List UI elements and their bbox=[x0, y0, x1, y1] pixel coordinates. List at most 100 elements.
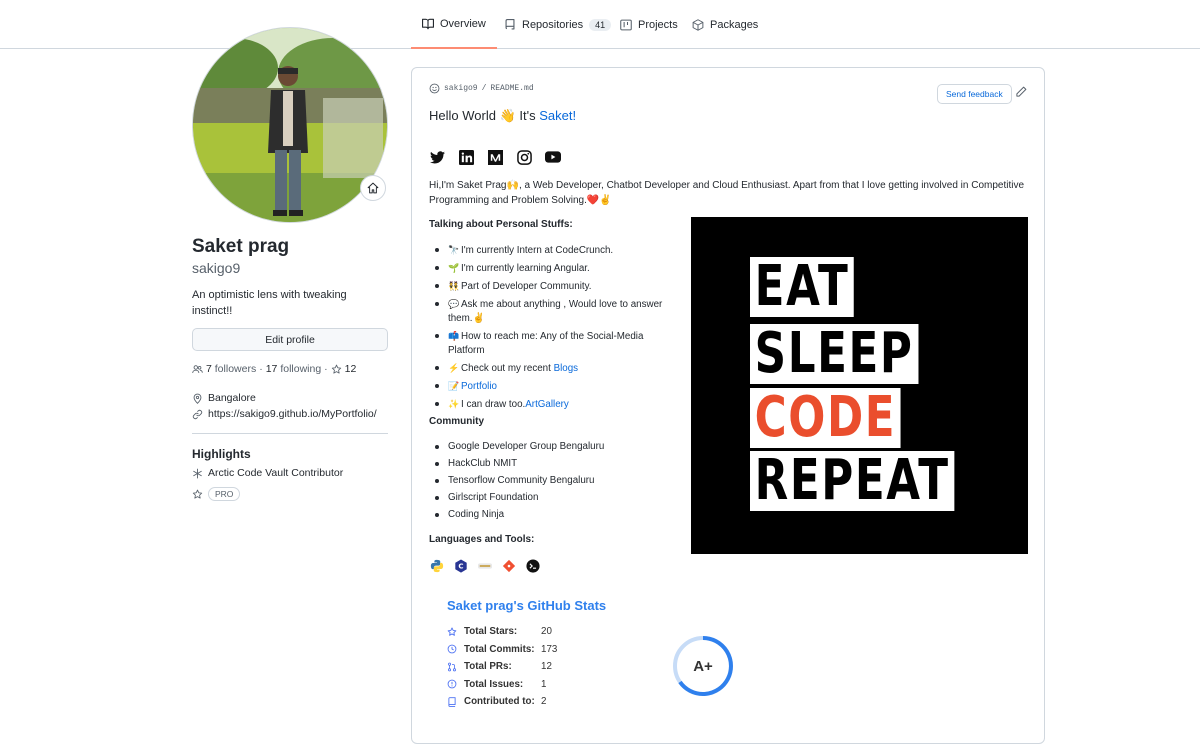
community-title: Community bbox=[429, 416, 484, 427]
repositories-count: 41 bbox=[589, 18, 612, 31]
send-feedback-button[interactable]: Send feedback bbox=[937, 84, 1012, 104]
tab-repositories-label: Repositories bbox=[522, 18, 584, 31]
list-item: Tensorflow Community Bengaluru bbox=[429, 474, 674, 488]
website-row: https://sakigo9.github.io/MyPortfolio/ bbox=[192, 408, 377, 420]
dot-separator: · bbox=[324, 363, 328, 375]
avatar-photo bbox=[193, 28, 387, 222]
banner-word-accent: CODE bbox=[750, 388, 901, 448]
edit-profile-button[interactable]: Edit profile bbox=[192, 328, 388, 351]
home-icon bbox=[367, 182, 379, 194]
tab-packages[interactable]: Packages bbox=[681, 0, 769, 49]
stat-label: Total Commits: bbox=[464, 643, 535, 655]
list-item-text: I'm currently Intern at CodeCrunch. bbox=[461, 245, 614, 256]
list-item: 🌱 I'm currently learning Angular. bbox=[429, 261, 674, 276]
lightning-icon: ⚡ bbox=[448, 363, 460, 373]
seedling-icon: 🌱 bbox=[448, 263, 460, 273]
blogs-link[interactable]: Blogs bbox=[554, 363, 579, 374]
stars-count[interactable]: 12 bbox=[345, 363, 357, 375]
c-language-icon[interactable]: C bbox=[453, 558, 469, 574]
followers-link[interactable]: 7 followers bbox=[206, 363, 256, 375]
list-item-text: I can draw too. bbox=[461, 399, 526, 410]
star-icon bbox=[331, 364, 341, 374]
smiley-icon bbox=[429, 83, 440, 94]
portfolio-link[interactable]: Portfolio bbox=[461, 381, 497, 392]
stat-value: 20 bbox=[541, 626, 552, 638]
profile-fullname: Saket prag bbox=[192, 236, 290, 257]
tab-repositories[interactable]: Repositories 41 bbox=[493, 0, 622, 49]
list-item-text: Check out my recent bbox=[461, 363, 551, 374]
location-icon bbox=[193, 393, 202, 404]
follow-stats: 7 followers · 17 following · 12 bbox=[192, 363, 356, 375]
highlight-pro: PRO bbox=[192, 487, 241, 501]
tool-logo-icon[interactable] bbox=[477, 558, 493, 574]
personal-list: 🔭 I'm currently Intern at CodeCrunch. 🌱 I'… bbox=[429, 243, 674, 415]
artgallery-link[interactable]: ArtGallery bbox=[525, 399, 569, 410]
python-icon[interactable] bbox=[429, 558, 445, 574]
hello-name-link[interactable]: Saket! bbox=[539, 108, 576, 123]
list-item: 📝 Portfolio bbox=[429, 379, 674, 394]
tools-icons: C bbox=[429, 558, 541, 574]
package-icon bbox=[692, 18, 704, 31]
repo-icon bbox=[505, 18, 515, 29]
repo-icon bbox=[448, 696, 456, 707]
profile-bio: An optimistic lens with tweaking instinc… bbox=[192, 289, 347, 317]
hello-text: Hello World 👋 It's bbox=[429, 108, 536, 123]
list-item-text: Ask me about anything , Would love to an… bbox=[448, 299, 663, 324]
readme-path-user[interactable]: sakigo9 bbox=[444, 84, 478, 93]
linkedin-icon[interactable] bbox=[458, 149, 474, 165]
following-link[interactable]: 17 following bbox=[266, 363, 321, 375]
pencil-icon[interactable] bbox=[1015, 86, 1027, 98]
readme-path-file[interactable]: README.md bbox=[490, 84, 533, 93]
highlight-arctic: Arctic Code Vault Contributor bbox=[192, 467, 343, 479]
community-list: Google Developer Group Bengaluru HackClu… bbox=[429, 440, 674, 525]
tab-packages-label: Packages bbox=[710, 18, 759, 31]
stats-title: Saket prag's GitHub Stats bbox=[447, 598, 607, 613]
profile-username: sakigo9 bbox=[192, 260, 241, 276]
list-item: ✨ I can draw too.ArtGallery bbox=[429, 397, 674, 412]
memo-icon: 📝 bbox=[448, 381, 460, 391]
stat-value: 173 bbox=[541, 643, 558, 655]
stat-label: Total Issues: bbox=[464, 678, 524, 690]
link-icon bbox=[192, 409, 203, 419]
avatar[interactable] bbox=[192, 27, 388, 223]
list-item: Coding Ninja bbox=[429, 508, 674, 522]
svg-text:C: C bbox=[458, 563, 463, 571]
list-item-text: Part of Developer Community. bbox=[461, 281, 592, 292]
following-label: following bbox=[280, 363, 322, 375]
speech-bubble-icon: 💬 bbox=[448, 299, 460, 309]
terminal-icon[interactable] bbox=[525, 558, 541, 574]
website-link[interactable]: https://sakigo9.github.io/MyPortfolio/ bbox=[208, 408, 377, 420]
snowflake-icon bbox=[193, 468, 202, 478]
followers-label: followers bbox=[214, 363, 257, 375]
readme-heading: Hello World 👋 It's Saket! bbox=[429, 108, 576, 124]
readme-card: sakigo9 / README.md Send feedback Hello … bbox=[411, 67, 1045, 744]
stat-value: 2 bbox=[541, 696, 547, 708]
git-icon[interactable] bbox=[501, 558, 517, 574]
instagram-icon[interactable] bbox=[516, 149, 532, 165]
pro-badge: PRO bbox=[208, 487, 241, 501]
banner-word: REPEAT bbox=[750, 451, 955, 511]
tab-overview[interactable]: Overview bbox=[411, 0, 497, 49]
list-item: Google Developer Group Bengaluru bbox=[429, 440, 674, 454]
twitter-icon[interactable] bbox=[429, 149, 445, 165]
list-item: 👯 Part of Developer Community. bbox=[429, 279, 674, 294]
tab-overview-label: Overview bbox=[440, 17, 486, 30]
readme-path: sakigo9 / README.md bbox=[429, 83, 534, 94]
sparkles-icon: ✨ bbox=[448, 399, 460, 409]
sidebar-divider bbox=[192, 433, 388, 434]
tab-projects[interactable]: Projects bbox=[609, 0, 689, 49]
people-dancing-icon: 👯 bbox=[448, 281, 460, 291]
medium-icon[interactable] bbox=[487, 149, 503, 165]
readme-intro: Hi,I'm Saket Prag🙌, a Web Developer, Cha… bbox=[429, 180, 1025, 206]
social-links bbox=[429, 149, 561, 165]
location-text: Bangalore bbox=[208, 392, 256, 404]
rank-circle: A+ bbox=[673, 636, 733, 696]
star-icon bbox=[447, 627, 457, 636]
readme-path-separator: / bbox=[481, 84, 487, 93]
set-status-button[interactable] bbox=[360, 175, 386, 201]
youtube-icon[interactable] bbox=[545, 149, 561, 165]
highlights-title: Highlights bbox=[192, 447, 251, 461]
banner-word: SLEEP bbox=[750, 324, 919, 384]
people-icon bbox=[192, 364, 203, 373]
banner-word: EAT bbox=[750, 257, 855, 317]
